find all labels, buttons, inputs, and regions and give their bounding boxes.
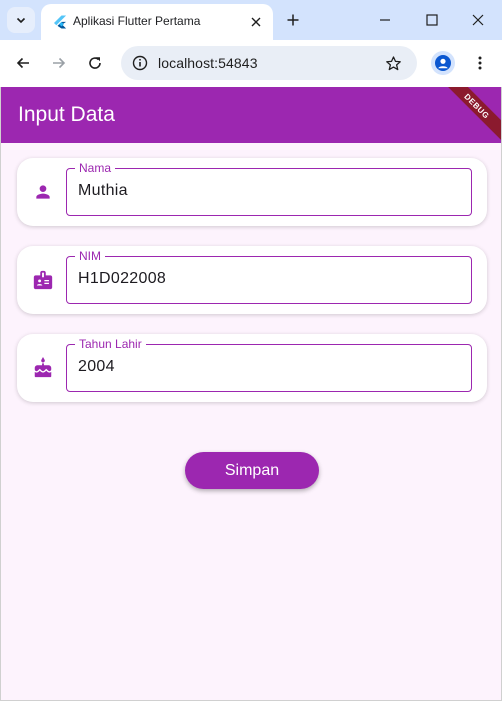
browser-menu-button[interactable] xyxy=(468,51,492,75)
chevron-down-icon xyxy=(16,17,26,24)
nim-field-value: H1D022008 xyxy=(78,270,167,287)
save-button-label: Simpan xyxy=(224,461,280,479)
minimize-icon xyxy=(380,19,390,21)
nim-field-label: NIM xyxy=(75,249,105,263)
address-bar[interactable]: localhost:54843 xyxy=(121,46,417,80)
birth-year-card: Tahun Lahir 2004 xyxy=(17,334,487,402)
nim-field[interactable]: NIM H1D022008 xyxy=(66,249,472,304)
save-button[interactable]: Simpan xyxy=(185,452,319,489)
star-icon xyxy=(385,55,401,70)
debug-banner-label: DEBUG xyxy=(462,91,492,121)
reload-button[interactable] xyxy=(82,50,108,76)
birth-year-field-value: 2004 xyxy=(78,358,115,375)
app-viewport: Input Data DEBUG Nama Muthia NIM H1D0220… xyxy=(0,87,502,701)
back-button[interactable] xyxy=(10,50,36,76)
url-text: localhost:54843 xyxy=(158,55,258,71)
maximize-icon xyxy=(426,14,438,26)
more-vert-icon xyxy=(478,56,482,70)
arrow-right-icon xyxy=(53,57,66,69)
tab-title: Aplikasi Flutter Pertama xyxy=(73,14,201,28)
birth-year-field[interactable]: Tahun Lahir 2004 xyxy=(66,337,472,392)
name-field-value: Muthia xyxy=(78,182,128,199)
browser-tab[interactable]: Aplikasi Flutter Pertama xyxy=(41,4,273,40)
tab-close-button[interactable] xyxy=(247,13,265,31)
flutter-icon xyxy=(54,15,67,29)
arrow-left-icon xyxy=(16,57,29,69)
info-icon xyxy=(132,55,148,71)
close-icon xyxy=(251,17,261,27)
badge-icon xyxy=(32,269,54,291)
plus-icon xyxy=(287,14,299,26)
maximize-button[interactable] xyxy=(418,6,446,34)
bookmark-button[interactable] xyxy=(383,53,403,73)
minimize-button[interactable] xyxy=(371,6,399,34)
browser-tab-strip: Aplikasi Flutter Pertama xyxy=(0,0,502,40)
account-icon xyxy=(435,55,451,71)
forward-button[interactable] xyxy=(46,50,72,76)
site-info-button[interactable] xyxy=(130,53,150,73)
page-title: Input Data xyxy=(18,103,115,126)
new-tab-button[interactable] xyxy=(283,10,303,30)
name-card: Nama Muthia xyxy=(17,158,487,226)
person-icon xyxy=(32,181,54,203)
nim-card: NIM H1D022008 xyxy=(17,246,487,314)
cake-icon xyxy=(32,357,54,379)
reload-icon xyxy=(89,57,101,69)
close-icon xyxy=(472,14,484,26)
birth-year-field-label: Tahun Lahir xyxy=(75,337,146,351)
app-bar: Input Data DEBUG xyxy=(1,87,501,145)
name-field-label: Nama xyxy=(75,161,116,175)
debug-banner: DEBUG xyxy=(438,87,501,145)
name-field[interactable]: Nama Muthia xyxy=(66,161,472,216)
profile-button[interactable] xyxy=(431,51,455,75)
close-window-button[interactable] xyxy=(464,6,492,34)
tab-search-button[interactable] xyxy=(7,7,35,33)
browser-toolbar: localhost:54843 xyxy=(0,40,502,87)
